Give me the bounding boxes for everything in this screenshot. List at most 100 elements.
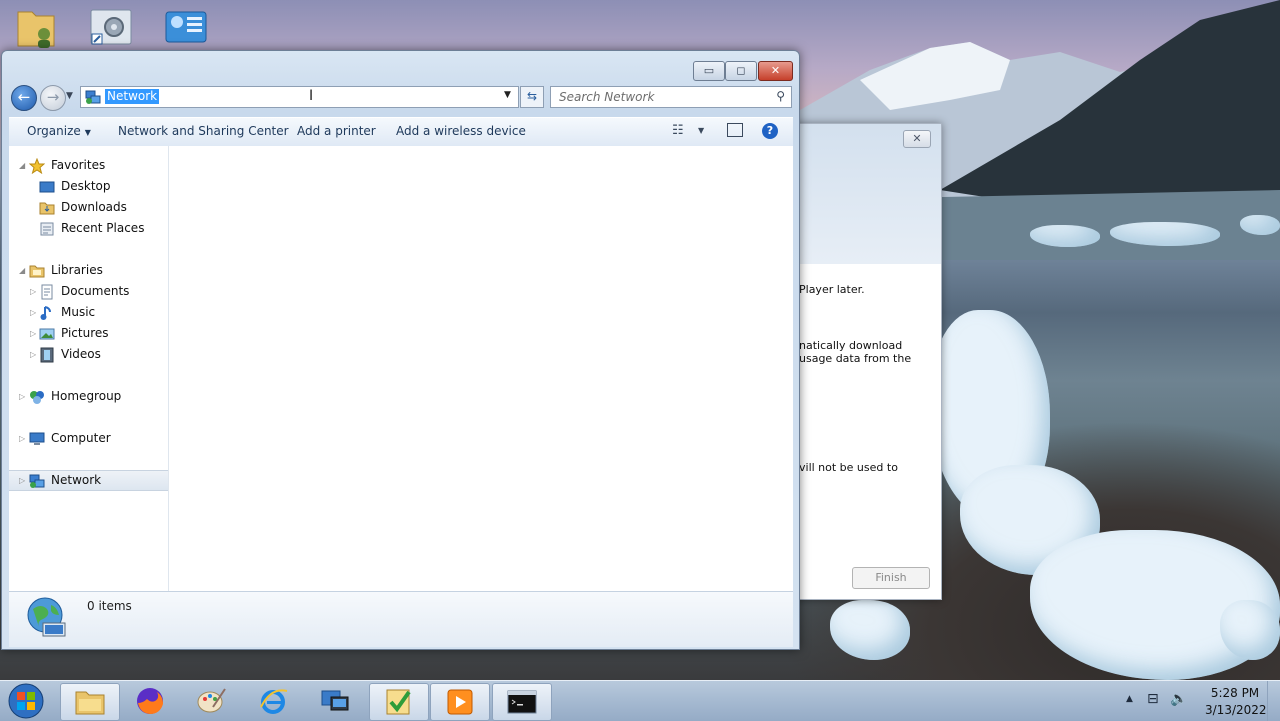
nav-label: Homegroup bbox=[51, 389, 122, 403]
user-folder-icon[interactable] bbox=[14, 4, 60, 50]
taskbar-explorer[interactable] bbox=[60, 683, 120, 721]
taskbar: ▲ ⊟ 🔈 5:28 PM 3/13/2022 bbox=[0, 680, 1280, 721]
downloads-folder-icon bbox=[39, 202, 55, 215]
nav-item-computer[interactable]: ▷ Computer bbox=[9, 428, 168, 449]
wizard-close-button[interactable]: ✕ bbox=[903, 130, 931, 148]
address-dropdown-button[interactable]: ▼ bbox=[504, 90, 511, 100]
nav-label: Libraries bbox=[51, 263, 103, 277]
setup-wizard-dialog: ✕ Player later. natically download usage… bbox=[790, 123, 942, 600]
network-globe-icon bbox=[27, 597, 66, 637]
libraries-icon bbox=[29, 265, 45, 278]
system-info-icon[interactable] bbox=[163, 4, 209, 50]
organize-label: Organize bbox=[27, 124, 81, 138]
forward-button[interactable]: → bbox=[40, 85, 66, 111]
add-printer-button[interactable]: Add a printer bbox=[297, 124, 376, 138]
taskbar-paint[interactable] bbox=[182, 683, 240, 719]
expand-arrow-icon[interactable]: ▷ bbox=[30, 323, 36, 344]
network-icon bbox=[29, 474, 45, 488]
star-icon bbox=[29, 158, 45, 174]
show-desktop-button[interactable] bbox=[1267, 681, 1280, 721]
taskbar-remote-desktop[interactable] bbox=[306, 683, 364, 719]
nav-label: Computer bbox=[51, 431, 111, 445]
folder-icon bbox=[75, 691, 105, 715]
search-input[interactable] bbox=[557, 89, 771, 105]
expand-arrow-icon[interactable]: ▷ bbox=[30, 302, 36, 323]
media-player-icon bbox=[447, 689, 473, 715]
network-sharing-center-button[interactable]: Network and Sharing Center bbox=[118, 124, 289, 138]
nav-label: Downloads bbox=[61, 200, 127, 214]
internet-explorer-icon bbox=[260, 689, 288, 714]
minimize-button[interactable]: ▭ bbox=[693, 61, 725, 81]
clock-time[interactable]: 5:28 PM bbox=[1205, 686, 1265, 700]
refresh-button[interactable]: ⇆ bbox=[520, 86, 544, 108]
expand-arrow-icon[interactable]: ▷ bbox=[30, 344, 36, 365]
nav-item-pictures[interactable]: ▷ Pictures bbox=[9, 323, 168, 344]
paint-palette-icon bbox=[197, 688, 226, 713]
recent-places-icon bbox=[40, 222, 54, 236]
clock-date[interactable]: 3/13/2022 bbox=[1205, 703, 1267, 717]
system-tray: ▲ ⊟ 🔈 5:28 PM 3/13/2022 bbox=[1120, 681, 1280, 721]
desktop-icon bbox=[39, 181, 55, 193]
computer-icon bbox=[29, 432, 45, 445]
view-options-dropdown[interactable]: ▼ bbox=[698, 126, 704, 135]
nav-item-recent-places[interactable]: Recent Places bbox=[9, 218, 168, 239]
collapse-arrow-icon[interactable]: ◢ bbox=[19, 155, 25, 176]
start-button[interactable] bbox=[4, 682, 48, 720]
back-button[interactable]: ← bbox=[11, 85, 37, 111]
control-panel-icon[interactable] bbox=[88, 4, 134, 50]
nav-item-favorites[interactable]: ◢ Favorites bbox=[9, 155, 168, 176]
taskbar-setup-wizard[interactable] bbox=[369, 683, 429, 721]
chevron-down-icon: ▼ bbox=[84, 128, 91, 137]
help-button[interactable]: ? bbox=[762, 123, 778, 139]
nav-label: Desktop bbox=[61, 179, 111, 193]
expand-arrow-icon[interactable]: ▷ bbox=[19, 386, 25, 407]
nav-item-videos[interactable]: ▷ Videos bbox=[9, 344, 168, 365]
nav-label: Network bbox=[51, 473, 102, 487]
search-box[interactable]: ⚲ bbox=[550, 86, 792, 108]
arrow-right-icon: → bbox=[46, 88, 60, 106]
collapse-arrow-icon[interactable]: ◢ bbox=[19, 260, 25, 281]
nav-item-music[interactable]: ▷ Music bbox=[9, 302, 168, 323]
organize-menu[interactable]: Organize ▼ bbox=[27, 124, 91, 138]
expand-arrow-icon[interactable]: ▷ bbox=[30, 281, 36, 302]
network-explorer-window: ▭ ◻ ✕ ← → ▼ Network I ▼ ⇆ ⚲ Organize▼ Ne… bbox=[1, 50, 800, 650]
pictures-icon bbox=[39, 328, 55, 340]
close-button[interactable]: ✕ bbox=[758, 61, 793, 81]
expand-arrow-icon[interactable]: ▷ bbox=[19, 471, 25, 490]
network-icon bbox=[85, 90, 101, 104]
nav-item-documents[interactable]: ▷ Documents bbox=[9, 281, 168, 302]
wizard-text-line: vill not be used to bbox=[799, 461, 898, 474]
music-icon bbox=[40, 306, 51, 320]
taskbar-media-player[interactable] bbox=[430, 683, 490, 721]
taskbar-command-prompt[interactable] bbox=[492, 683, 552, 721]
preview-pane-icon[interactable] bbox=[727, 123, 743, 137]
taskbar-internet-explorer[interactable] bbox=[244, 683, 302, 719]
navigation-pane: ◢ Favorites Desktop Downloads Recent Pla… bbox=[9, 146, 169, 591]
address-path[interactable]: Network bbox=[105, 89, 160, 104]
nav-item-desktop[interactable]: Desktop bbox=[9, 176, 168, 197]
recent-pages-dropdown[interactable]: ▼ bbox=[66, 91, 76, 103]
nav-item-downloads[interactable]: Downloads bbox=[9, 197, 168, 218]
address-bar[interactable]: Network I ▼ bbox=[80, 86, 519, 108]
nav-item-homegroup[interactable]: ▷ Homegroup bbox=[9, 386, 168, 407]
text-cursor-icon: I bbox=[309, 88, 314, 104]
nav-label: Pictures bbox=[61, 326, 109, 340]
expand-arrow-icon[interactable]: ▷ bbox=[19, 428, 25, 449]
details-pane: 0 items bbox=[9, 591, 793, 647]
wizard-text-line: Player later. bbox=[799, 283, 865, 296]
nav-item-network[interactable]: ▷ Network bbox=[9, 470, 168, 491]
nav-label: Documents bbox=[61, 284, 130, 298]
homegroup-icon bbox=[30, 391, 44, 404]
finish-button[interactable]: Finish bbox=[852, 567, 930, 589]
change-view-icon[interactable]: ☷ bbox=[672, 123, 684, 138]
taskbar-firefox[interactable] bbox=[121, 683, 179, 719]
search-icon[interactable]: ⚲ bbox=[776, 89, 785, 103]
network-status-icon[interactable]: ⊟ bbox=[1147, 691, 1159, 707]
nav-item-libraries[interactable]: ◢ Libraries bbox=[9, 260, 168, 281]
nav-label: Recent Places bbox=[61, 221, 145, 235]
add-wireless-device-button[interactable]: Add a wireless device bbox=[396, 124, 526, 138]
file-list-area[interactable] bbox=[169, 146, 793, 591]
show-hidden-icons-icon[interactable]: ▲ bbox=[1126, 694, 1133, 704]
maximize-button[interactable]: ◻ bbox=[725, 61, 757, 81]
volume-icon[interactable]: 🔈 bbox=[1170, 691, 1187, 707]
